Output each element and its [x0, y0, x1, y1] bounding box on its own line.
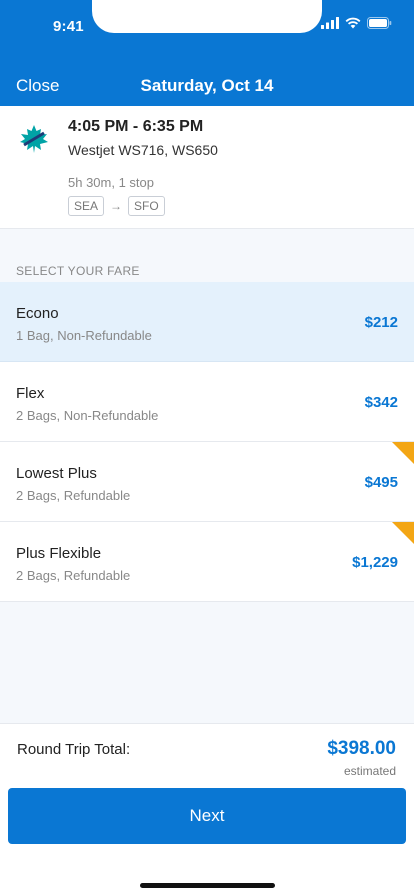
status-icons	[321, 17, 392, 29]
battery-icon	[367, 17, 392, 29]
fare-price: $495	[364, 474, 398, 491]
wifi-icon	[345, 17, 361, 29]
fare-name: Plus Flexible	[16, 545, 102, 562]
fare-price: $212	[364, 314, 398, 331]
fare-option-plus-flexible[interactable]: Plus Flexible 2 Bags, Refundable $1,229	[0, 522, 414, 602]
fare-option-flex[interactable]: Flex 2 Bags, Non-Refundable $342	[0, 362, 414, 442]
fare-name: Flex	[16, 385, 45, 402]
arrow-right-icon: →	[110, 199, 123, 213]
total-bar: Round Trip Total: $398.00 estimated	[0, 723, 414, 787]
fare-option-econo[interactable]: Econo 1 Bag, Non-Refundable $212	[0, 282, 414, 362]
fare-section-heading: SELECT YOUR FARE	[16, 264, 140, 278]
top-bar: 9:41 Close Saturday, Oct 14	[0, 0, 414, 106]
total-amount: $398.00	[327, 738, 396, 759]
fare-name: Econo	[16, 305, 59, 322]
fare-detail: 2 Bags, Refundable	[16, 568, 131, 583]
destination-airport-badge: SFO	[128, 196, 165, 216]
fare-option-lowest-plus[interactable]: Lowest Plus 2 Bags, Refundable $495	[0, 442, 414, 522]
origin-airport-badge: SEA	[68, 196, 105, 216]
fare-detail: 1 Bag, Non-Refundable	[16, 328, 152, 343]
page-title: Saturday, Oct 14	[140, 76, 274, 95]
promo-corner-flag	[392, 522, 414, 544]
status-time: 9:41	[53, 18, 84, 35]
flight-duration: 5h 30m, 1 stop	[68, 175, 154, 190]
home-indicator[interactable]	[140, 883, 275, 888]
promo-corner-flag	[392, 442, 414, 464]
flight-numbers: Westjet WS716, WS650	[68, 142, 218, 158]
flight-summary: 4:05 PM - 6:35 PM Westjet WS716, WS650 5…	[0, 106, 414, 229]
fare-section: SELECT YOUR FARE Econo 1 Bag, Non-Refund…	[0, 229, 414, 723]
total-label: Round Trip Total:	[17, 741, 131, 758]
next-button[interactable]: Next	[8, 788, 406, 844]
route: SEA → SFO	[68, 196, 165, 216]
westjet-logo-icon	[20, 125, 48, 153]
fare-name: Lowest Plus	[16, 465, 97, 482]
total-estimated-note: estimated	[343, 764, 396, 778]
fare-list: Econo 1 Bag, Non-Refundable $212 Flex 2 …	[0, 282, 414, 602]
cellular-signal-icon	[321, 17, 339, 29]
fare-price: $1,229	[352, 554, 398, 571]
fare-detail: 2 Bags, Refundable	[16, 488, 131, 503]
fare-price: $342	[364, 394, 398, 411]
flight-times: 4:05 PM - 6:35 PM	[68, 118, 204, 135]
device-notch	[92, 0, 322, 33]
fare-detail: 2 Bags, Non-Refundable	[16, 408, 159, 423]
